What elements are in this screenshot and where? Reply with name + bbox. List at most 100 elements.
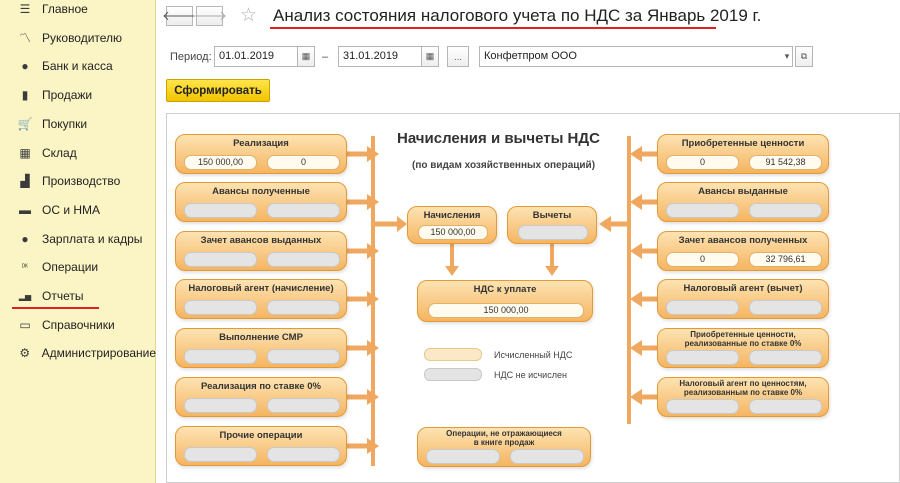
right-box-3-title: Налоговый агент (вычет) [658,283,828,294]
sidebar-item-2[interactable]: ● Банк и касса [0,54,156,78]
left-box-4-v2[interactable] [267,349,340,364]
not-in-sales-book-box[interactable]: Операции, не отражающиеся в книге продаж [417,427,591,467]
right-box-1[interactable]: Авансы выданные [657,182,829,222]
right-box-3-title-line: Налоговый агент (вычет) [683,283,803,294]
sidebar-item-9[interactable]: ᴰᴷ Операции [0,255,156,279]
legend-swatch [424,368,482,381]
right-box-1-v1[interactable] [666,203,739,218]
left-box-2-v2[interactable] [267,252,340,267]
left-box-3-title: Налоговый агент (начисление) [176,283,346,294]
not-in-sales-book-box-title: Операции, не отражающиеся в книге продаж [418,429,590,447]
not-in-sales-book-box-title-line2: в книге продаж [473,438,535,447]
right-box-5-v2[interactable] [749,399,822,414]
left-box-5[interactable]: Реализация по ставке 0% [175,377,347,417]
left-box-1[interactable]: Авансы полученные [175,182,347,222]
left-box-6[interactable]: Прочие операции [175,426,347,466]
left-box-0-title: Реализация [176,138,346,149]
left-box-3[interactable]: Налоговый агент (начисление) [175,279,347,319]
chevron-down-icon: ▾ [784,51,790,61]
right-box-3-v1[interactable] [666,300,739,315]
left-box-1-v2[interactable] [267,203,340,218]
back-button[interactable]: 🡐 [162,6,197,26]
not-in-sales-book-box-v1[interactable] [426,449,500,464]
left-box-3-v1[interactable] [184,300,257,315]
legend-label: НДС не исчислен [494,370,567,380]
right-box-0-v2[interactable]: 91 542,38 [749,155,822,170]
left-box-0-v2[interactable]: 0 [267,155,340,170]
accruals-box-value[interactable]: 150 000,00 [418,225,488,240]
deductions-box-value[interactable] [518,225,588,240]
sidebar-item-5[interactable]: ▦ Склад [0,141,156,165]
date-from-field[interactable]: 01.01.2019 [214,46,298,67]
sidebar-item-3[interactable]: ▮ Продажи [0,83,156,107]
generate-report-button[interactable]: Сформировать [166,79,270,102]
organization-dropdown[interactable]: ▾ [778,46,796,67]
sidebar-item-1[interactable]: 〽 Руководителю [0,26,156,50]
right-box-0-v1[interactable]: 0 [666,155,739,170]
right-box-4[interactable]: Приобретенные ценности, реализованные по … [657,328,829,368]
vat-payable-box[interactable]: НДС к уплате 150 000,00 [417,280,593,322]
left-box-0[interactable]: Реализация 150 000,00 0 [175,134,347,174]
gear-icon: ⚙ [19,346,31,361]
left-box-6-v1[interactable] [184,447,257,462]
sidebar-item-10[interactable]: ▂▅ Отчеты [0,284,156,308]
deductions-box[interactable]: Вычеты [507,206,597,244]
left-box-5-title: Реализация по ставке 0% [176,381,346,392]
right-box-4-v2[interactable] [749,350,822,365]
right-box-5-v1[interactable] [666,399,739,414]
star-icon[interactable]: ☆ [240,4,257,27]
person-icon: ● [21,231,29,246]
right-box-0[interactable]: Приобретенные ценности 0 91 542,38 [657,134,829,174]
left-box-5-v1[interactable] [184,398,257,413]
right-box-4-title-line2: реализованные по ставке 0% [684,339,802,348]
calendar-from-button[interactable]: ▦ [297,46,315,67]
sidebar-item-8[interactable]: ● Зарплата и кадры [0,227,156,251]
left-box-4[interactable]: Выполнение СМР [175,328,347,368]
sidebar-item-label: Банк и касса [42,59,113,74]
right-box-2-v2[interactable]: 32 796,61 [749,252,822,267]
right-box-1-v2[interactable] [749,203,822,218]
left-box-2-v1[interactable] [184,252,257,267]
left-box-2-title-line: Зачет авансов выданных [200,235,322,246]
period-select-button[interactable]: ... [447,46,469,67]
sidebar-item-label: Зарплата и кадры [42,231,143,246]
sidebar-item-6[interactable]: ▟ Производство [0,169,156,193]
open-icon: ⧉ [800,51,808,61]
right-box-5[interactable]: Налоговый агент по ценностям, реализованн… [657,377,829,417]
sidebar-item-label: Склад [42,145,77,160]
left-box-6-v2[interactable] [267,447,340,462]
left-box-2[interactable]: Зачет авансов выданных [175,231,347,271]
right-box-2[interactable]: Зачет авансов полученных 0 32 796,61 [657,231,829,271]
right-box-4-v1[interactable] [666,350,739,365]
right-box-3[interactable]: Налоговый агент (вычет) [657,279,829,319]
organization-field[interactable]: Конфетпром ООО [479,46,793,67]
left-box-3-v2[interactable] [267,300,340,315]
not-in-sales-book-box-v2[interactable] [510,449,584,464]
left-box-1-v1[interactable] [184,203,257,218]
sidebar-item-4[interactable]: 🛒 Покупки [0,112,156,136]
left-box-5-v2[interactable] [267,398,340,413]
sidebar: ☰ Главное 〽 Руководителю ● Банк и касса ▮ Прода… [0,0,156,483]
arrow-right-icon: 🡒 [192,8,227,23]
vat-payable-box-value[interactable]: 150 000,00 [428,303,584,318]
right-box-3-v2[interactable] [749,300,822,315]
accruals-box[interactable]: Начисления 150 000,00 [407,206,497,244]
date-to-field[interactable]: 31.01.2019 [338,46,422,67]
factory-icon: ▟ [20,174,30,189]
left-box-0-v1[interactable]: 150 000,00 [184,155,257,170]
sidebar-item-12[interactable]: ⚙ Администрирование [0,341,156,365]
deductions-box-title-line: Вычеты [532,210,572,221]
sidebar-item-7[interactable]: ▬ ОС и НМА [0,198,156,222]
sidebar-item-0[interactable]: ☰ Главное [0,0,156,21]
legend-swatch [424,348,482,361]
forward-button[interactable]: 🡒 [192,6,227,26]
left-box-4-title-line: Выполнение СМР [219,332,303,343]
calendar-to-button[interactable]: ▦ [421,46,439,67]
right-box-2-title: Зачет авансов полученных [658,235,828,246]
sidebar-item-label: Производство [42,174,121,189]
right-box-2-v1[interactable]: 0 [666,252,739,267]
organization-open-button[interactable]: ⧉ [795,46,813,67]
left-box-4-v1[interactable] [184,349,257,364]
right-box-5-title-line: Налоговый агент по ценностям, [679,379,807,388]
sidebar-item-11[interactable]: ▭ Справочники [0,313,156,337]
